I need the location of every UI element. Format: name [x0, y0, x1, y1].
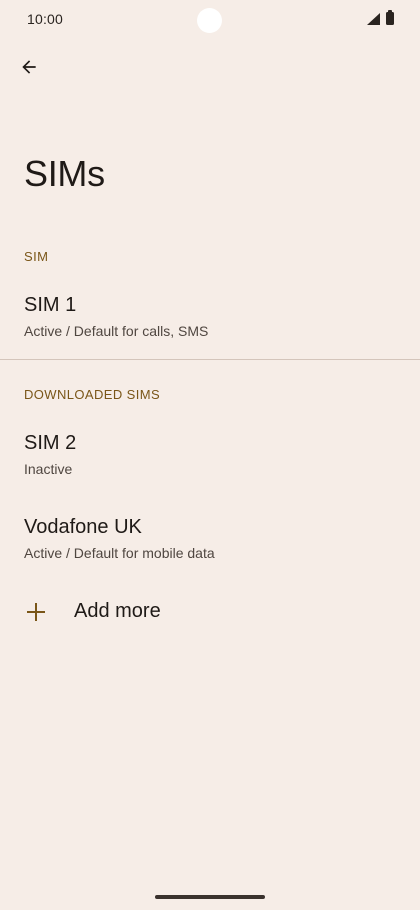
- divider: [0, 359, 420, 360]
- list-item-sim-1[interactable]: SIM 1 Active / Default for calls, SMS: [0, 282, 420, 354]
- gesture-bar[interactable]: [155, 895, 265, 899]
- item-title: Vodafone UK: [24, 516, 142, 538]
- status-time: 10:00: [27, 11, 64, 27]
- add-more-button[interactable]: Add more: [0, 588, 420, 636]
- item-title: SIM 1: [24, 294, 77, 316]
- section-header-sim: SIM: [24, 249, 49, 264]
- arrow-back-icon: [22, 60, 36, 74]
- back-button[interactable]: [14, 52, 44, 82]
- section-header-downloaded-sims: DOWNLOADED SIMS: [24, 387, 161, 402]
- camera-cutout: [197, 8, 222, 33]
- item-subtitle: Active / Default for calls, SMS: [24, 323, 209, 339]
- page-title: SIMs: [24, 153, 105, 194]
- status-icons: [367, 10, 394, 25]
- signal-icon: [367, 12, 380, 25]
- item-subtitle: Active / Default for mobile data: [24, 545, 215, 561]
- add-more-label: Add more: [74, 600, 161, 622]
- list-item-vodafone-uk[interactable]: Vodafone UK Active / Default for mobile …: [0, 504, 420, 576]
- item-title: SIM 2: [24, 432, 77, 454]
- status-bar: 10:00: [0, 0, 420, 40]
- list-item-sim-2[interactable]: SIM 2 Inactive: [0, 420, 420, 492]
- item-subtitle: Inactive: [24, 461, 73, 477]
- battery-icon: [386, 10, 394, 25]
- plus-icon: [27, 603, 45, 621]
